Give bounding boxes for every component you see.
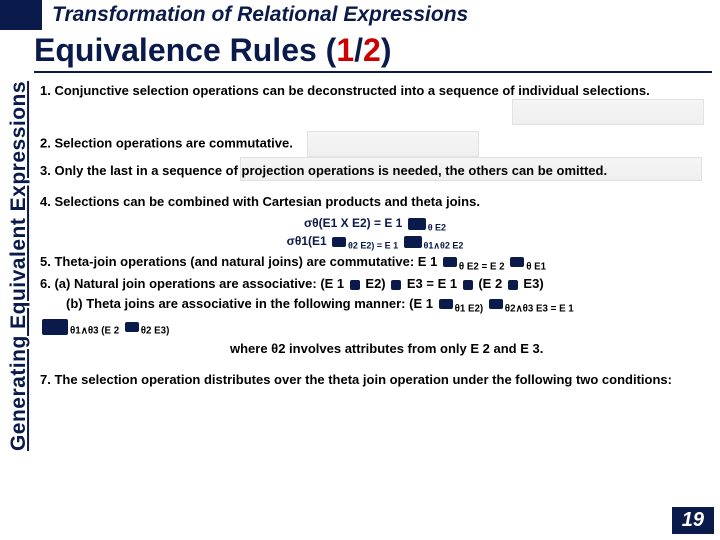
rule-4-formula-1: σθ(E1 X E2) = E 1 θ E2 xyxy=(40,216,710,232)
rule-1: 1. Conjunctive selection operations can … xyxy=(40,83,710,125)
r6b-c: θ2∧θ3 E3 = E 1 xyxy=(505,303,574,314)
r6a-c: E3 = E 1 xyxy=(403,276,457,291)
rule-1-text: 1. Conjunctive selection operations can … xyxy=(40,83,650,98)
rule-2-text: 2. Selection operations are commutative. xyxy=(40,136,293,151)
join-icon xyxy=(463,280,473,290)
rule-3: 3. Only the last in a sequence of projec… xyxy=(40,163,710,179)
join-icon xyxy=(489,299,503,309)
header-title: Transformation of Relational Expressions xyxy=(42,0,720,30)
r4f2-left: σθ1(E1 xyxy=(287,234,327,248)
sidebar: Generating Equivalent Expressions xyxy=(2,82,36,450)
r6a-e: E3) xyxy=(520,276,544,291)
join-icon xyxy=(391,280,401,290)
r6b-b: θ1 E2) xyxy=(455,303,484,314)
join-icon xyxy=(332,237,346,247)
join-icon xyxy=(408,218,426,230)
rule-4: 4. Selections can be combined with Carte… xyxy=(40,194,710,210)
join-icon xyxy=(508,280,518,290)
join-icon xyxy=(439,299,453,309)
title-prefix: Equivalence Rules ( xyxy=(34,32,336,68)
rule-3-text: 3. Only the last in a sequence of projec… xyxy=(40,163,607,178)
r6b2-a: θ1∧θ3 (E 2 xyxy=(70,326,119,337)
rule-6a: 6. (a) Natural join operations are assoc… xyxy=(40,276,710,292)
r6b-a: (b) Theta joins are associative in the f… xyxy=(66,296,433,311)
title-sep: / xyxy=(354,32,363,68)
join-icon xyxy=(510,257,524,267)
title-suffix: ) xyxy=(381,32,392,68)
rule-6b-note: where θ2 involves attributes from only E… xyxy=(230,341,710,356)
rule-4-formula-2: σθ1(E1 θ2 E2) = E 1 θ1∧θ2 E2 xyxy=(40,234,710,251)
r5-a: 5. Theta-join operations (and natural jo… xyxy=(40,254,437,269)
rule-6b-line2: θ1∧θ3 (E 2 θ2 E3) xyxy=(40,318,710,338)
formula-ghost-1 xyxy=(512,99,704,125)
r6b2-b: θ2 E3) xyxy=(141,326,170,337)
sidebar-label: Generating Equivalent Expressions xyxy=(7,81,31,451)
join-icon xyxy=(404,236,422,248)
r5-b: θ E2 = E 2 xyxy=(459,261,505,272)
formula-ghost-2 xyxy=(307,131,479,157)
slide-title: Equivalence Rules (1/2) xyxy=(34,32,712,73)
page-number: 19 xyxy=(672,507,714,534)
join-icon xyxy=(443,257,457,267)
r6a-d: (E 2 xyxy=(475,276,502,291)
header-accent-block xyxy=(0,0,42,30)
rule-7: 7. The selection operation distributes o… xyxy=(40,372,710,388)
r4f1-left: σθ(E1 X E2) = E 1 xyxy=(304,216,402,230)
join-icon xyxy=(350,280,360,290)
title-page-total: 2 xyxy=(363,32,381,68)
r6a-b: E2) xyxy=(362,276,386,291)
r6a-a: 6. (a) Natural join operations are assoc… xyxy=(40,276,344,291)
slide-body: 1. Conjunctive selection operations can … xyxy=(40,80,710,536)
rule-5: 5. Theta-join operations (and natural jo… xyxy=(40,254,710,274)
title-page-current: 1 xyxy=(336,32,354,68)
join-icon xyxy=(42,319,68,335)
join-icon xyxy=(125,322,139,332)
r4f1-right: θ E2 xyxy=(428,222,446,232)
rule-2: 2. Selection operations are commutative. xyxy=(40,131,710,157)
r4f2-mid: θ2 E2) = E 1 xyxy=(348,241,398,251)
r4f2-right: θ1∧θ2 E2 xyxy=(424,241,464,251)
rule-6b-line1: (b) Theta joins are associative in the f… xyxy=(66,296,710,316)
r5-c: θ E1 xyxy=(526,261,546,272)
